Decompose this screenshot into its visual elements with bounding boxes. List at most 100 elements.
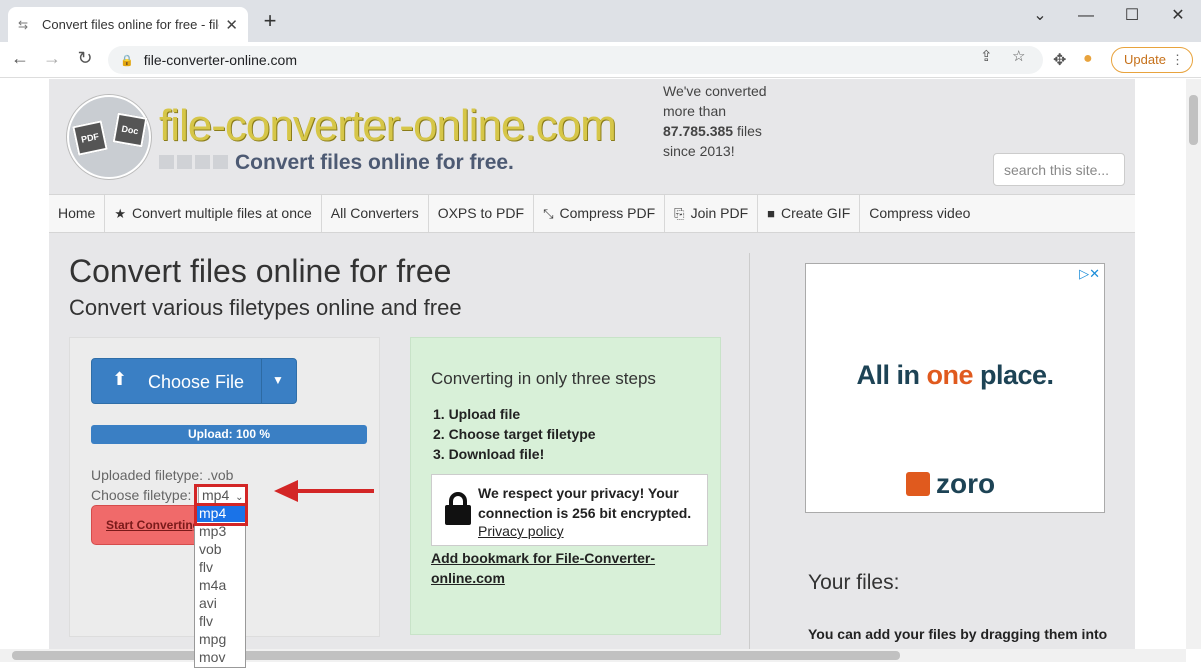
choose-file-label: Choose File [148,372,245,392]
start-converting-button[interactable]: Start Converting [91,505,201,545]
logo-text[interactable]: file-converter-online.com [159,101,617,151]
advertisement[interactable]: ▷✕ All in one place. zoro [805,263,1105,513]
logo-decoration [159,155,228,169]
choose-filetype-label: Choose filetype: [91,487,192,503]
upload-progress-bar: Upload: 100 % [91,425,367,444]
menu-label: Home [58,205,96,221]
dropdown-option[interactable]: mpg [195,630,245,648]
horizontal-scrollbar[interactable] [0,649,1186,662]
vertical-scrollbar[interactable] [1186,79,1201,649]
address-bar[interactable]: 🔒 file-converter-online.com [108,46,1043,74]
dropdown-option[interactable]: m4a [195,576,245,594]
privacy-text: We respect your privacy! Your connection… [478,485,692,521]
stats-line-1: We've converted [663,83,767,99]
browser-tab[interactable]: ⇆ Convert files online for free - file ✕ [8,7,248,42]
choose-file-button[interactable]: ⬆ Choose File ▼ [91,358,297,404]
video-camera-icon: ■ [767,206,775,221]
menu-label: Compress video [869,205,971,221]
menu-item-join-pdf[interactable]: ⎘ Join PDF [665,195,759,232]
ad-headline-pre: All in [856,360,927,390]
scroll-thumb[interactable] [12,651,900,660]
ad-headline-post: place. [972,360,1054,390]
ad-choices-icon[interactable]: ▷✕ [1079,266,1100,282]
site-search-input[interactable]: search this site... [993,153,1125,186]
stats-line-4: since 2013! [663,143,735,159]
menu-item-convert-multiple[interactable]: ★ Convert multiple files at once [105,195,322,232]
step-item: 3. Download file! [433,446,545,462]
uploaded-filetype: Uploaded filetype: .vob [91,467,234,483]
menu-label: Convert multiple files at once [132,205,312,221]
forward-icon[interactable]: → [40,48,64,69]
your-files-heading: Your files: [808,571,900,594]
scroll-thumb[interactable] [1189,95,1198,145]
favicon-icon: ⇆ [18,17,29,32]
new-tab-button[interactable]: + [258,8,282,34]
menu-item-create-gif[interactable]: ■ Create GIF [758,195,861,232]
copy-icon: ⎘ [674,206,685,221]
menu-dots-icon[interactable]: ⋮ [1171,48,1184,72]
star-icon: ★ [114,206,127,221]
lock-icon [445,492,471,525]
menu-item-all-converters[interactable]: All Converters [322,195,429,232]
dropdown-option[interactable]: flv [195,612,245,630]
privacy-notice: We respect your privacy! Your connection… [431,474,708,546]
menu-label: All Converters [330,205,419,221]
lock-icon: 🔒 [120,54,134,67]
back-icon[interactable]: ← [8,48,32,69]
menu-item-compress-video[interactable]: Compress video [860,195,979,232]
dropdown-option[interactable]: mov [195,648,245,666]
menu-item-compress-pdf[interactable]: ⤡ Compress PDF [534,195,666,232]
logo-pdf-badge: PDF [72,120,108,156]
column-divider [749,253,750,649]
privacy-policy-link[interactable]: Privacy policy [478,523,564,539]
reload-icon[interactable]: ↻ [73,48,97,69]
conversion-stats: We've converted more than 87.785.385 fil… [663,81,783,161]
menu-label: OXPS to PDF [437,205,525,221]
logo-doc-badge: Doc [112,112,148,148]
menu-item-oxps-to-pdf[interactable]: OXPS to PDF [429,195,535,232]
dropdown-option[interactable]: flv [195,558,245,576]
step-item: 2. Choose target filetype [433,426,596,442]
ad-headline: All in one place. [806,360,1104,391]
drag-files-text: You can add your files by dragging them … [808,626,1108,642]
profile-avatar-icon[interactable]: ● [1083,50,1093,68]
upload-icon: ⬆ [112,369,128,389]
ad-brand-name: zoro [936,468,996,499]
compress-icon: ⤡ [543,206,554,221]
steps-panel: Converting in only three steps 1. Upload… [410,337,721,635]
caret-down-icon[interactable]: ▼ [272,373,284,387]
add-bookmark-link[interactable]: Add bookmark for File-Converter-online.c… [431,548,681,588]
logo-emblem[interactable]: PDF Doc [67,95,151,179]
stats-count: 87.785.385 [663,123,734,139]
menu-label: Join PDF [690,205,749,221]
stats-line-3: files [736,123,762,139]
logo-tagline: Convert files online for free. [235,151,514,174]
ad-brand-logo: zoro [906,468,995,500]
maximize-icon[interactable]: ☐ [1109,4,1155,28]
main-menu: Home ★ Convert multiple files at once All… [49,194,1135,233]
menu-label: Compress PDF [559,205,656,221]
step-item: 1. Upload file [433,406,521,422]
close-window-icon[interactable]: ✕ [1155,4,1201,28]
dropdown-option[interactable]: vob [195,540,245,558]
brand-cube-icon [906,472,930,496]
annotation-arrow-icon [274,480,374,502]
steps-list: 1. Upload file 2. Choose target filetype… [433,404,596,464]
extensions-icon[interactable]: ✥ [1053,50,1066,70]
menu-label: Create GIF [781,205,851,221]
highlight-option-box [194,503,248,526]
page-title: Convert files online for free [69,253,452,289]
filetype-dropdown-list: mp4 mp3 vob flv m4a avi flv mpg mov [194,503,246,668]
url-text: file-converter-online.com [143,52,297,68]
dropdown-option[interactable]: avi [195,594,245,612]
update-button[interactable]: Update ⋮ [1111,47,1193,73]
ad-headline-accent: one [926,360,973,390]
minimize-icon[interactable]: — [1063,4,1109,28]
share-icon[interactable]: ⇪ [980,47,993,65]
browser-toolbar: ← → ↻ 🔒 file-converter-online.com ⇪ ☆ ✥ … [0,42,1201,78]
menu-item-home[interactable]: Home [49,195,106,232]
close-tab-icon[interactable]: ✕ [225,16,238,34]
bookmark-star-icon[interactable]: ☆ [1012,47,1025,65]
steps-heading: Converting in only three steps [431,369,656,388]
tab-search-icon[interactable]: ⌄ [1017,4,1063,28]
